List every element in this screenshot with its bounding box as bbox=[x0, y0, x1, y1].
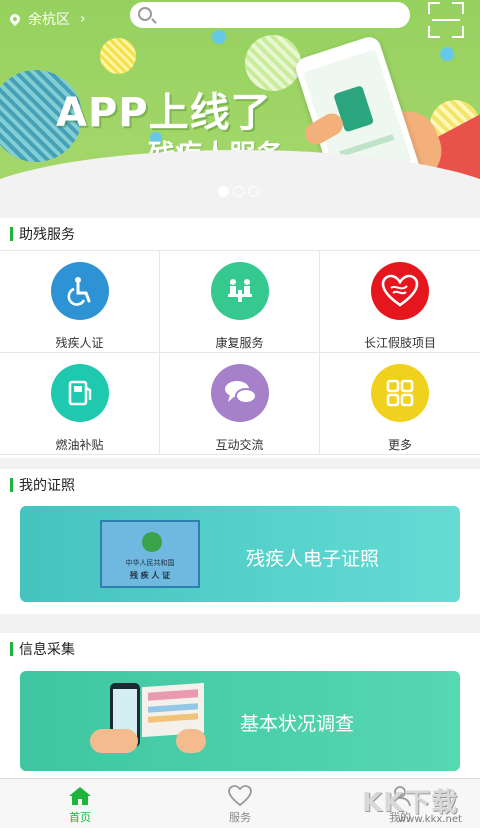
location-selector[interactable]: 余杭区 › bbox=[7, 9, 86, 29]
tab-label: 首页 bbox=[69, 811, 91, 824]
site-watermark: KK下载 www.kkx.net bbox=[362, 780, 480, 828]
location-label: 余杭区 bbox=[28, 12, 70, 28]
scan-frame-corner bbox=[428, 2, 440, 14]
search-input[interactable] bbox=[130, 2, 410, 28]
document-line bbox=[148, 713, 198, 723]
location-pin-icon bbox=[7, 11, 23, 27]
carousel-dot-active[interactable] bbox=[218, 186, 229, 197]
heart-logo-icon bbox=[371, 262, 429, 320]
survey-card[interactable]: 基本状况调查 bbox=[20, 671, 460, 771]
wheelchair-icon bbox=[50, 262, 109, 320]
left-hand-illustration bbox=[90, 729, 138, 753]
service-label: 燃油补贴 bbox=[55, 438, 104, 452]
tab-services[interactable]: 服务 bbox=[160, 779, 320, 828]
chevron-right-icon: › bbox=[80, 11, 86, 27]
service-label: 长江假肢项目 bbox=[363, 336, 436, 350]
service-disability-card[interactable]: 残疾人证 bbox=[0, 251, 160, 353]
search-icon bbox=[138, 7, 152, 21]
section-title: 信息采集 bbox=[19, 642, 75, 658]
right-hand-illustration bbox=[176, 729, 206, 753]
carousel-dot[interactable] bbox=[248, 186, 259, 197]
promo-banner[interactable]: APP上线了 残疾人服务 bbox=[0, 0, 480, 212]
license-image-caption: 中华人民共和国 bbox=[125, 559, 175, 567]
heart-outline-icon bbox=[228, 785, 252, 807]
scan-qr-button[interactable] bbox=[428, 2, 464, 38]
assist-services-section: 助残服务 残疾人证 康复服务 长江假肢项目 燃油补贴 互动交流 更多 bbox=[0, 218, 480, 458]
service-label: 互动交流 bbox=[215, 438, 264, 452]
section-header: 助残服务 bbox=[0, 218, 480, 250]
watermark-url: www.kkx.net bbox=[398, 814, 462, 825]
document-line bbox=[148, 689, 198, 701]
scan-line-icon bbox=[432, 19, 460, 21]
fuel-pump-icon bbox=[50, 364, 109, 422]
emblem-icon bbox=[142, 532, 162, 552]
section-header: 信息采集 bbox=[0, 633, 480, 665]
license-card-image: 中华人民共和国 残 疾 人 证 bbox=[100, 520, 200, 588]
section-title: 我的证照 bbox=[19, 478, 75, 494]
e-license-card[interactable]: 中华人民共和国 残 疾 人 证 残疾人电子证照 bbox=[20, 506, 460, 602]
service-label: 康复服务 bbox=[215, 336, 264, 350]
service-more[interactable]: 更多 bbox=[320, 353, 480, 455]
service-prosthesis[interactable]: 长江假肢项目 bbox=[320, 251, 480, 353]
section-accent-bar bbox=[10, 478, 13, 492]
scan-frame-corner bbox=[452, 2, 464, 14]
survey-card-label: 基本状况调查 bbox=[240, 713, 355, 735]
home-icon bbox=[69, 787, 91, 805]
scan-frame-corner bbox=[428, 26, 440, 38]
section-title: 助残服务 bbox=[19, 227, 75, 243]
carousel-dot[interactable] bbox=[233, 186, 244, 197]
tab-label: 服务 bbox=[229, 811, 251, 824]
app-screen: APP上线了 残疾人服务 余杭区 › bbox=[0, 0, 480, 828]
decorative-circle bbox=[100, 38, 136, 74]
service-fuel-subsidy[interactable]: 燃油补贴 bbox=[0, 353, 160, 455]
license-card-label: 残疾人电子证照 bbox=[246, 548, 380, 570]
decorative-dot bbox=[212, 30, 226, 44]
scan-frame-corner bbox=[452, 26, 464, 38]
license-image-title: 残 疾 人 证 bbox=[129, 571, 171, 580]
banner-title: APP上线了 bbox=[56, 90, 272, 136]
services-grid: 残疾人证 康复服务 长江假肢项目 燃油补贴 互动交流 更多 bbox=[0, 250, 480, 455]
document-line bbox=[148, 703, 198, 713]
carousel-indicator[interactable] bbox=[218, 186, 259, 197]
chat-bubbles-icon bbox=[210, 364, 269, 422]
service-label: 更多 bbox=[387, 438, 412, 452]
service-rehab[interactable]: 康复服务 bbox=[160, 251, 320, 353]
tab-home[interactable]: 首页 bbox=[0, 779, 160, 828]
section-header: 我的证照 bbox=[0, 469, 480, 501]
section-accent-bar bbox=[10, 642, 13, 656]
section-accent-bar bbox=[10, 227, 13, 241]
service-label: 残疾人证 bbox=[55, 336, 104, 350]
rehab-people-icon bbox=[210, 262, 269, 320]
service-interaction[interactable]: 互动交流 bbox=[160, 353, 320, 455]
grid-more-icon bbox=[371, 364, 429, 422]
